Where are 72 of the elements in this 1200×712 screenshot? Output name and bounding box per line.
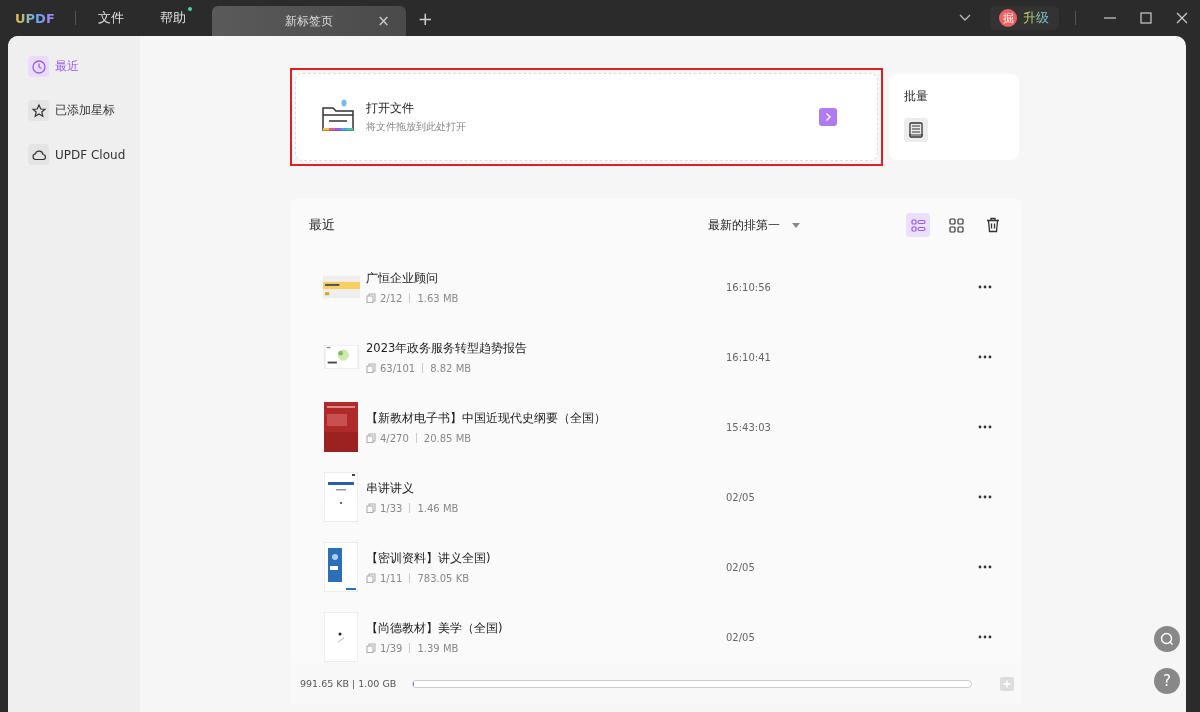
open-file-title: 打开文件	[366, 100, 415, 117]
page-count: 4/270	[380, 432, 409, 444]
file-row[interactable]: 【新教材电子书】中国近现代史纲要（全国） 4/270 20.85 MB 15:43:03	[290, 392, 1022, 462]
maximize-icon[interactable]	[1139, 11, 1153, 25]
batch-title: 批量	[904, 89, 929, 104]
file-size: 783.05 KB	[417, 572, 470, 584]
page-count: 1/33	[380, 502, 403, 514]
file-name: 2023年政务服务转型趋势报告	[366, 340, 529, 356]
pages-icon	[366, 293, 376, 303]
file-time: 02/05	[726, 491, 756, 503]
clock-icon	[30, 58, 47, 75]
close-icon[interactable]	[1175, 11, 1189, 25]
file-size: 20.85 MB	[423, 432, 472, 444]
search-button[interactable]	[1154, 626, 1180, 652]
caret-down-icon	[792, 222, 800, 229]
sidebar-item[interactable]: UPDF Cloud	[28, 144, 126, 165]
document-stack-icon[interactable]	[904, 118, 928, 142]
file-name: 串讲讲义	[366, 480, 415, 496]
close-tab-button[interactable]: ×	[377, 12, 390, 30]
file-time: 16:10:56	[726, 281, 772, 293]
page-count: 63/101	[380, 362, 416, 374]
file-time: 16:10:41	[726, 351, 772, 363]
more-icon[interactable]	[978, 495, 992, 499]
file-time: 02/05	[726, 631, 756, 643]
chevron-right-button[interactable]	[819, 108, 837, 126]
file-size: 1.46 MB	[417, 502, 459, 514]
file-name: 广恒企业顾问	[366, 270, 439, 286]
file-row[interactable]: 广恒企业顾问 2/12 1.63 MB 16:10:56	[290, 252, 1022, 322]
file-time: 02/05	[726, 561, 756, 573]
trash-icon[interactable]	[984, 216, 1002, 234]
upgrade-button[interactable]: 掘 升级	[990, 6, 1059, 30]
sidebar-item[interactable]: 已添加星标	[28, 100, 115, 121]
browser-tab[interactable]: 新标签页 ×	[211, 6, 406, 36]
more-icon[interactable]	[978, 565, 992, 569]
page-count: 1/11	[380, 572, 403, 584]
storage-usage: 991.65 KB | 1.00 GB	[300, 678, 398, 689]
drop-zone[interactable]: 打开文件 将文件拖放到此处打开	[295, 73, 878, 161]
file-row[interactable]: 2023年政务服务转型趋势报告 63/101 8.82 MB 16:10:41	[290, 322, 1022, 392]
section-title: 最近	[309, 216, 335, 234]
file-row[interactable]: 【尚德教材】美学（全国) 1/39 1.39 MB 02/05	[290, 602, 1022, 663]
star-icon	[30, 102, 47, 119]
page-count: 1/39	[380, 642, 403, 654]
file-size: 1.63 MB	[417, 292, 459, 304]
list-view-button[interactable]	[906, 213, 930, 237]
more-icon[interactable]	[978, 635, 992, 639]
pages-icon	[366, 573, 376, 583]
grid-icon	[946, 215, 966, 235]
file-name: 【密训资料】讲义全国)	[366, 550, 492, 566]
file-name: 【新教材电子书】中国近现代史纲要（全国）	[366, 410, 607, 426]
more-icon[interactable]	[978, 425, 992, 429]
file-row[interactable]: 串讲讲义 1/33 1.46 MB 02/05	[290, 462, 1022, 532]
pages-icon	[366, 363, 376, 373]
menu-item[interactable]: 文件	[97, 9, 124, 27]
pages-icon	[366, 503, 376, 513]
help-button[interactable]: ?	[1154, 668, 1180, 694]
file-time: 15:43:03	[726, 421, 772, 433]
tab-title: 新标签页	[284, 12, 333, 30]
menu-item[interactable]: 帮助	[159, 9, 192, 27]
batch-card[interactable]: 批量	[889, 74, 1019, 160]
more-icon[interactable]	[978, 285, 992, 289]
sort-dropdown[interactable]: 最新的排第一	[708, 216, 800, 234]
pages-icon	[366, 433, 376, 443]
file-size: 1.39 MB	[417, 642, 459, 654]
pages-icon	[366, 643, 376, 653]
new-tab-button[interactable]: +	[417, 7, 433, 29]
sidebar-item[interactable]: 最近	[28, 56, 79, 77]
page-count: 2/12	[380, 292, 403, 304]
file-name: 【尚德教材】美学（全国)	[366, 620, 504, 636]
drop-hint: 将文件拖放到此处打开	[366, 121, 466, 134]
more-icon[interactable]	[978, 355, 992, 359]
file-row[interactable]: 【密训资料】讲义全国) 1/11 783.05 KB 02/05	[290, 532, 1022, 602]
file-size: 8.82 MB	[430, 362, 472, 374]
